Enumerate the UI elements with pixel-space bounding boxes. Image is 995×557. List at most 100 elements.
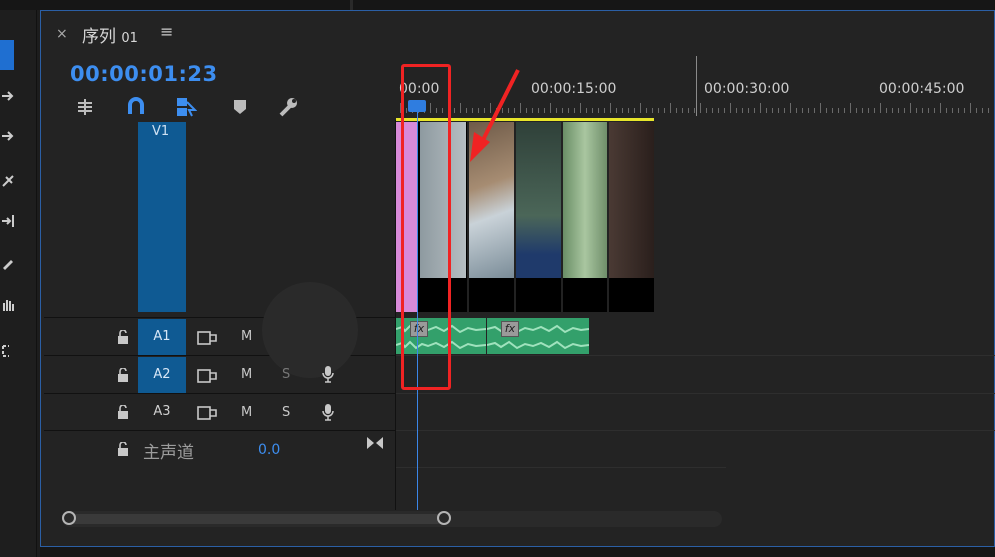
ruler-tick (802, 108, 803, 113)
ruler-tick (976, 108, 977, 113)
sync-lock-icon[interactable] (197, 330, 217, 345)
hand-tool-icon[interactable] (0, 297, 16, 313)
fx-badge[interactable]: fx (501, 321, 519, 337)
ruler-tick (880, 103, 881, 113)
ruler-tick (886, 108, 887, 113)
ruler-tick (526, 108, 527, 113)
ruler-tick (784, 108, 785, 113)
sequence-tab-name: 序列 (82, 27, 116, 47)
audio-clip[interactable]: fx (487, 318, 589, 354)
ruler-tick (556, 108, 557, 113)
timeline-settings-wrench-icon[interactable] (277, 96, 299, 118)
selection-tool-icon[interactable] (0, 40, 14, 70)
pen-tool-icon[interactable] (0, 255, 16, 271)
ruler-tick (790, 103, 791, 113)
ruler-label: 00:00:30:00 (704, 81, 790, 97)
linked-selection-icon[interactable] (175, 96, 198, 118)
scrollbar-end-handle[interactable] (437, 511, 451, 525)
ruler-tick (616, 108, 617, 113)
ruler-tick (778, 108, 779, 113)
ruler-label: 00:00:45:00 (879, 81, 965, 97)
ripple-edit-tool-icon[interactable] (0, 128, 16, 144)
lock-icon[interactable] (117, 329, 129, 344)
track-divider (44, 430, 396, 431)
scrollbar-thumb[interactable] (68, 514, 443, 524)
ruler-tick (724, 108, 725, 113)
ruler-tick (592, 108, 593, 113)
ruler-tick (604, 108, 605, 113)
voice-over-record-icon[interactable] (321, 403, 335, 421)
panel-divider[interactable] (350, 0, 353, 10)
scrollbar-start-handle[interactable] (62, 511, 76, 525)
go-to-end-icon[interactable] (365, 435, 385, 449)
ruler-tick (814, 108, 815, 113)
sequence-tab-number: 01 (121, 31, 138, 46)
ruler-tick (946, 108, 947, 113)
ruler-tick (694, 108, 695, 113)
ruler-tick (850, 103, 851, 113)
ruler-tick (586, 108, 587, 113)
snap-magnet-icon[interactable] (125, 96, 147, 118)
mute-button[interactable]: M (241, 329, 252, 344)
window-bottom-strip (40, 547, 995, 557)
lock-icon[interactable] (117, 404, 129, 419)
razor-tool-icon[interactable] (0, 173, 16, 189)
track-divider (396, 467, 726, 468)
ruler-tick (928, 108, 929, 113)
sequence-tab-title[interactable]: 序列 01 (82, 22, 138, 47)
v1-source-patch[interactable] (138, 122, 186, 312)
ruler-tick (940, 103, 941, 113)
track-divider (44, 393, 396, 394)
ruler-tick (838, 108, 839, 113)
ruler-tick (964, 108, 965, 113)
ruler-tick (904, 108, 905, 113)
ruler-tick (892, 108, 893, 113)
video-thumbnail (609, 122, 654, 278)
audio-waveform (487, 340, 589, 350)
type-tool-icon[interactable] (0, 343, 16, 359)
voice-over-record-icon[interactable] (321, 365, 335, 383)
a2-source-patch[interactable]: A2 (138, 357, 186, 393)
solo-button[interactable]: S (282, 367, 290, 382)
ruler-tick (826, 108, 827, 113)
master-track-label: 主声道 (143, 443, 194, 463)
track-divider (396, 355, 995, 356)
close-tab-icon[interactable]: × (56, 26, 68, 42)
insert-sequence-as-nest-icon[interactable] (74, 96, 96, 118)
frame-divider (607, 122, 609, 312)
ruler-tick (700, 103, 701, 113)
ruler-tick (532, 108, 533, 113)
add-marker-icon[interactable] (229, 96, 251, 118)
ruler-tick (958, 108, 959, 113)
lock-icon[interactable] (117, 441, 129, 456)
mute-button[interactable]: M (241, 405, 252, 420)
ruler-tick (856, 108, 857, 113)
lock-icon[interactable] (117, 367, 129, 382)
ruler-tick (754, 108, 755, 113)
slip-tool-icon[interactable] (0, 213, 16, 229)
video-thumbnail (516, 122, 562, 278)
panel-menu-icon[interactable]: ≡ (160, 22, 173, 41)
ruler-tick (670, 103, 671, 113)
ruler-tick (688, 108, 689, 113)
ruler-tick (628, 108, 629, 113)
sync-lock-icon[interactable] (197, 405, 217, 420)
ruler-tick (742, 108, 743, 113)
mute-button[interactable]: M (241, 367, 252, 382)
master-volume-value[interactable]: 0.0 (258, 442, 280, 458)
ruler-tick (682, 108, 683, 113)
ruler-tick (562, 108, 563, 113)
solo-button[interactable]: S (282, 405, 290, 420)
ruler-tick (574, 108, 575, 113)
ruler-tick (568, 108, 569, 113)
ruler-tick (676, 108, 677, 113)
ruler-tick (832, 108, 833, 113)
a1-source-patch[interactable]: A1 (138, 319, 186, 355)
ruler-tick (610, 103, 611, 113)
ruler-tick (640, 103, 641, 113)
ruler-tick (580, 103, 581, 113)
sync-lock-icon[interactable] (197, 368, 217, 383)
playhead-timecode[interactable]: 00:00:01:23 (70, 62, 218, 86)
a3-track-label[interactable]: A3 (138, 394, 186, 430)
track-select-forward-tool-icon[interactable] (0, 88, 16, 104)
